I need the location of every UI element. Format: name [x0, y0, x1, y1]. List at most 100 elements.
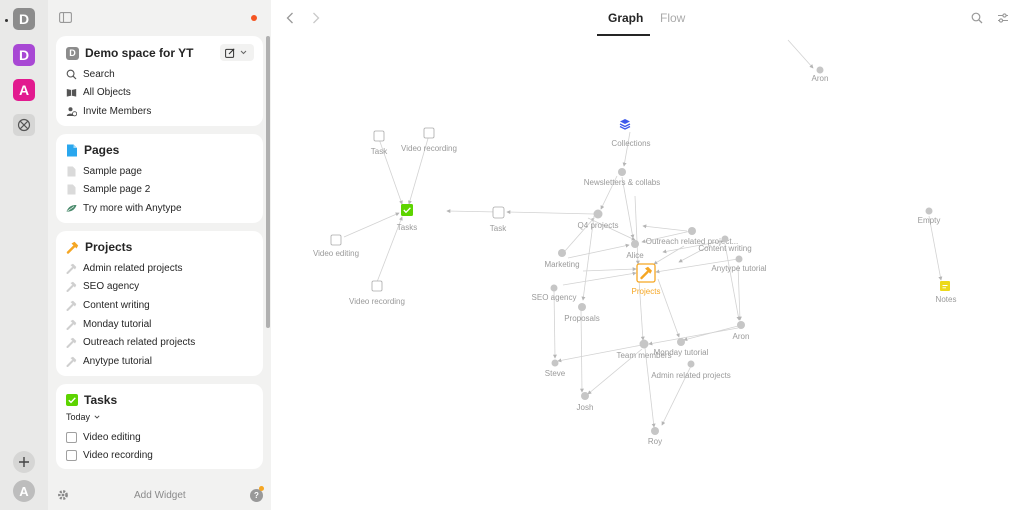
page-item-sample-page[interactable]: Sample page	[66, 162, 142, 180]
graph-node-task-2[interactable]	[492, 206, 505, 219]
task-checkbox[interactable]	[66, 431, 77, 443]
project-item[interactable]: Monday tutorial	[66, 315, 151, 333]
graph-node-proposals[interactable]	[578, 303, 586, 311]
space-name: Demo space for YT	[85, 46, 194, 60]
graph-node-q4-projects[interactable]	[593, 209, 603, 219]
space-button-d[interactable]: D	[13, 44, 35, 66]
forward-arrow-icon[interactable]	[312, 12, 320, 24]
add-widget-button[interactable]: Add Widget	[134, 490, 186, 501]
sidebar-footer: Add Widget ?	[48, 481, 271, 510]
gallery-button[interactable]	[13, 114, 35, 136]
graph-node-roy[interactable]	[651, 427, 659, 435]
graph-node-content-writing[interactable]	[721, 235, 729, 243]
graph-node-label: Steve	[545, 369, 566, 378]
space-icon: D	[66, 46, 79, 60]
notification-dot[interactable]	[251, 15, 257, 21]
space-button-demo[interactable]: D	[13, 8, 35, 30]
chevron-down-icon	[94, 415, 100, 419]
tab-graph[interactable]: Graph	[608, 11, 643, 25]
add-space-button[interactable]	[13, 451, 35, 473]
project-item[interactable]: Anytype tutorial	[66, 352, 152, 370]
graph-node-label: Video editing	[313, 249, 359, 258]
tab-flow[interactable]: Flow	[660, 11, 685, 25]
project-item[interactable]: Admin related projects	[66, 259, 183, 277]
hammer-icon	[66, 300, 77, 311]
graph-node-anytype-tutorial[interactable]	[735, 255, 743, 263]
graph-node-newsletters[interactable]	[618, 168, 626, 176]
graph-node-label: Monday tutorial	[654, 348, 709, 357]
project-item[interactable]: Content writing	[66, 296, 150, 314]
tasks-filter-dropdown[interactable]: Today	[66, 412, 100, 422]
graph-node-marketing[interactable]	[558, 249, 566, 257]
graph-view: Aron Task Video recording Collections Ne…	[271, 0, 1020, 510]
graph-node-josh[interactable]	[581, 392, 589, 400]
graph-node-video-editing[interactable]	[330, 234, 342, 246]
tasks-widget-title[interactable]: Tasks	[66, 393, 117, 407]
projects-widget-title[interactable]: Projects	[66, 240, 132, 254]
search-icon[interactable]	[971, 12, 983, 24]
graph-node-steve[interactable]	[551, 359, 559, 367]
pages-widget-title[interactable]: Pages	[66, 143, 119, 157]
gear-icon[interactable]	[57, 489, 69, 501]
graph-node-empty[interactable]	[925, 207, 933, 215]
page-item-sample-page-2[interactable]: Sample page 2	[66, 180, 150, 198]
graph-node-monday-tutorial[interactable]	[677, 338, 685, 346]
sidebar: D Demo space for YT Search All Objects I…	[48, 0, 271, 510]
space-letter: D	[18, 47, 30, 63]
graph-node-task[interactable]	[373, 130, 385, 142]
project-item-label: Admin related projects	[83, 262, 183, 274]
invite-members-label: Invite Members	[83, 105, 152, 117]
project-item[interactable]: Outreach related projects	[66, 333, 195, 351]
plus-icon	[19, 457, 29, 467]
graph-node-tasks[interactable]	[401, 204, 413, 216]
graph-node-video-recording-2[interactable]	[371, 280, 383, 292]
graph-node-label: SEO agency	[532, 293, 577, 302]
space-title[interactable]: D Demo space for YT	[66, 46, 193, 60]
graph-node-projects[interactable]	[636, 263, 656, 283]
profile-avatar[interactable]: A	[13, 480, 35, 502]
graph-node-collections[interactable]	[619, 119, 631, 130]
graph-node-label: Anytype tutorial	[711, 264, 766, 273]
graph-node-aron-top[interactable]	[816, 66, 824, 74]
pages-title-label: Pages	[84, 143, 120, 157]
book-icon	[66, 88, 77, 97]
sidebar-scrollbar[interactable]	[266, 36, 270, 328]
page-item-label: Try more with Anytype	[83, 202, 182, 214]
graph-nodes: Aron Task Video recording Collections Ne…	[313, 66, 956, 446]
settings-sliders-icon[interactable]	[997, 12, 1009, 24]
graph-node-label: Admin related projects	[651, 371, 731, 380]
sidebar-toggle-icon[interactable]	[59, 12, 72, 23]
project-item[interactable]: SEO agency	[66, 277, 139, 295]
task-checkbox[interactable]	[66, 449, 77, 461]
graph-node-team-members[interactable]	[639, 339, 649, 349]
page-item-try-anytype[interactable]: Try more with Anytype	[66, 199, 182, 217]
project-item-label: SEO agency	[83, 280, 140, 292]
graph-node-label: Proposals	[564, 314, 600, 323]
create-object-button[interactable]	[220, 44, 254, 61]
main-header: Graph Flow	[271, 0, 1020, 36]
project-item-label: Content writing	[83, 299, 150, 311]
active-tab-indicator	[597, 34, 650, 36]
back-arrow-icon[interactable]	[286, 12, 294, 24]
space-button-a[interactable]: A	[13, 79, 35, 101]
graph-node-aron[interactable]	[737, 321, 745, 329]
task-item-label: Video recording	[83, 449, 153, 461]
search-label: Search	[83, 68, 115, 80]
graph-node-alice[interactable]	[631, 240, 639, 248]
graph-node-label: Collections	[611, 139, 650, 148]
chevron-down-icon	[240, 50, 247, 55]
all-objects-nav-item[interactable]: All Objects	[66, 83, 131, 101]
invite-members-nav-item[interactable]: Invite Members	[66, 102, 151, 120]
graph-node-notes[interactable]	[940, 281, 950, 291]
graph-node-video-recording[interactable]	[423, 127, 435, 139]
search-nav-item[interactable]: Search	[66, 65, 115, 83]
project-item-label: Monday tutorial	[83, 318, 152, 330]
all-objects-label: All Objects	[83, 86, 131, 98]
graph-node-outreach[interactable]	[688, 227, 696, 235]
task-item[interactable]: Video recording	[66, 446, 153, 464]
task-item[interactable]: Video editing	[66, 428, 141, 446]
graph-node-seo-agency[interactable]	[550, 284, 558, 292]
graph-canvas[interactable]: Aron Task Video recording Collections Ne…	[271, 0, 1020, 510]
graph-node-admin-related[interactable]	[687, 360, 695, 368]
graph-node-label: Aron	[733, 332, 750, 341]
